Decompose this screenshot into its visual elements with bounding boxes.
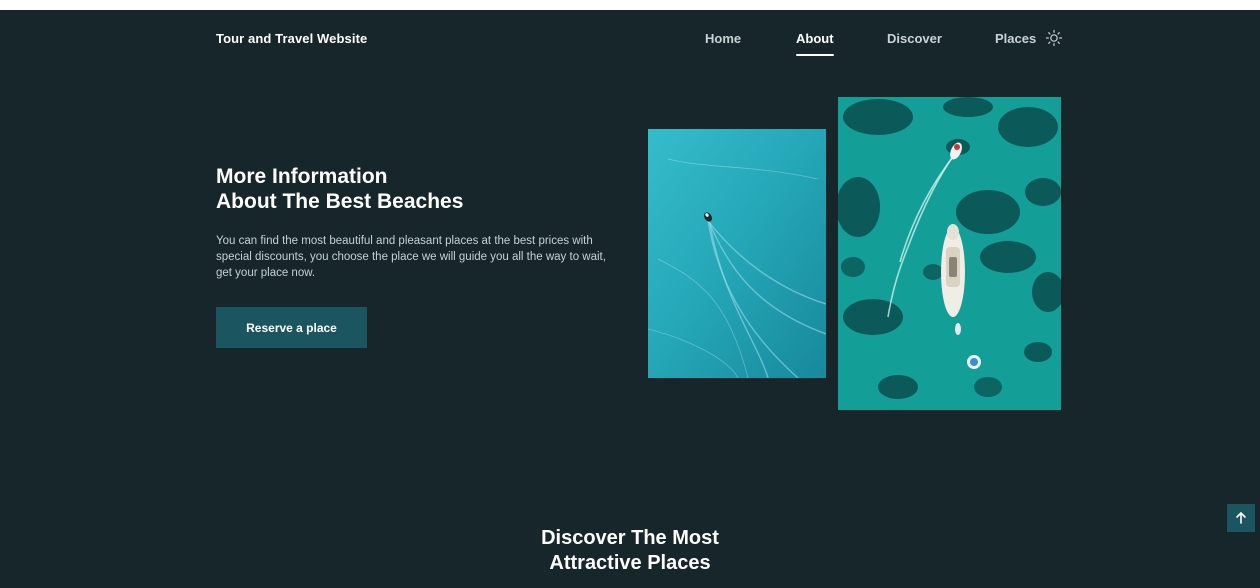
page: Tour and Travel Website Home About Disco… [0,10,1260,588]
hero-title-line-1: More Information [216,165,388,188]
hero-description: You can find the most beautiful and plea… [216,235,606,279]
reserve-button[interactable]: Reserve a place [216,307,367,348]
beach-photo-yacht-reef [838,97,1061,410]
nav-places[interactable]: Places [995,31,1036,46]
nav-home[interactable]: Home [705,31,741,46]
header: Tour and Travel Website Home About Disco… [0,10,1260,72]
scroll-up-button[interactable] [1227,504,1255,532]
site-logo[interactable]: Tour and Travel Website [216,31,367,46]
active-nav-indicator [796,54,834,56]
hero-title: More Information About The Best Beaches [216,164,463,214]
discover-title-line-1: Discover The Most [541,527,719,549]
nav-about-label: About [796,31,834,46]
beach-photo-boat-wake [648,129,826,378]
sun-icon[interactable] [1044,28,1064,48]
discover-title: Discover The Most Attractive Places [0,526,1260,576]
discover-title-line-2: Attractive Places [549,552,711,574]
hero-title-line-2: About The Best Beaches [216,190,464,213]
arrow-up-icon [1236,512,1246,524]
sun-icon-graphic [1045,29,1063,47]
nav-about[interactable]: About [796,31,834,56]
nav-discover[interactable]: Discover [887,31,942,46]
